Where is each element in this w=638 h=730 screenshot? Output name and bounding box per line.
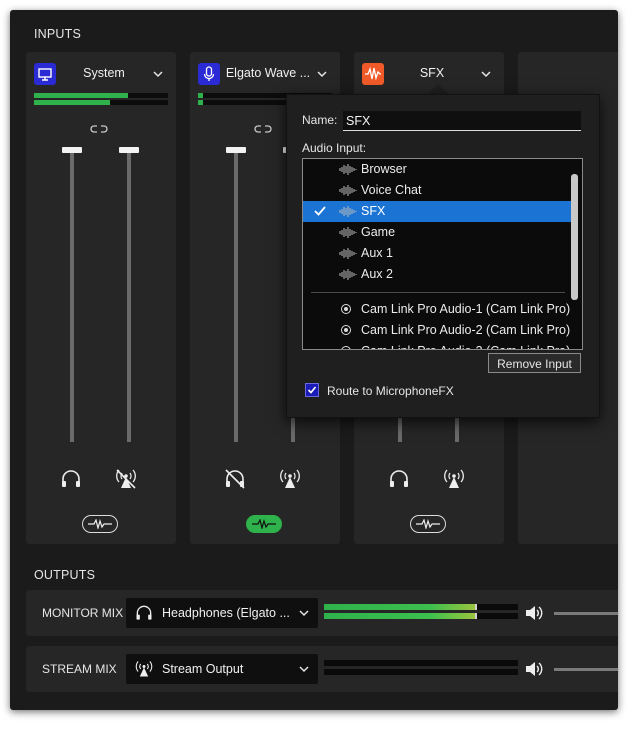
- stream-volume-track[interactable]: [127, 150, 131, 442]
- stream-volume-slider[interactable]: [119, 147, 139, 153]
- stream-device-select[interactable]: Stream Output: [126, 654, 318, 684]
- monitor-volume-slider[interactable]: [62, 147, 82, 153]
- output-meter-right: [324, 613, 518, 619]
- list-separator: [311, 292, 565, 293]
- list-item-label: SFX: [361, 204, 386, 218]
- channel-name: Elgato Wave ...: [225, 66, 311, 80]
- list-item-hardware[interactable]: Cam Link Pro Audio-1 (Cam Link Pro): [303, 299, 571, 320]
- name-input[interactable]: SFX: [343, 111, 581, 131]
- route-checkbox[interactable]: [305, 383, 319, 397]
- chevron-down-icon[interactable]: [152, 68, 164, 80]
- channel-header[interactable]: Elgato Wave ...: [190, 62, 340, 86]
- headphones-icon: [136, 605, 152, 620]
- list-item-label: Aux 1: [361, 246, 393, 260]
- monitor-icon: [34, 63, 56, 85]
- waveform-icon: [362, 63, 384, 85]
- audio-input-label: Audio Input:: [302, 141, 367, 155]
- list-item[interactable]: Game: [303, 222, 571, 243]
- link-icon[interactable]: [90, 124, 108, 134]
- list-item[interactable]: Aux 2: [303, 264, 571, 285]
- list-item-label: Cam Link Pro Audio-3 (Cam Link Pro): [361, 344, 570, 349]
- list-item[interactable]: Aux 1: [303, 243, 571, 264]
- selected-device: Stream Output: [162, 662, 244, 676]
- stream-icon: [135, 661, 153, 677]
- chevron-down-icon[interactable]: [480, 68, 492, 80]
- audio-input-list[interactable]: Browser Voice Chat SFX Game Aux 1 Aux 2 Cam L…: [302, 158, 583, 350]
- name-label: Name:: [302, 113, 338, 127]
- effects-button-active[interactable]: [246, 515, 282, 533]
- headphones-icon[interactable]: [387, 467, 411, 491]
- level-meter-right: [34, 100, 168, 105]
- list-item[interactable]: Browser: [303, 159, 571, 180]
- output-row-monitor-mix: MONITOR MIX Headphones (Elgato ...: [26, 590, 618, 636]
- output-label: STREAM MIX: [42, 662, 117, 676]
- level-meter-left: [34, 93, 168, 98]
- output-row-stream-mix: STREAM MIX Stream Output: [26, 646, 618, 692]
- headphones-icon[interactable]: [59, 467, 83, 491]
- input-settings-popup: Name: SFX Audio Input: Browser Voice Chat…: [286, 94, 600, 418]
- channel-name: System: [83, 66, 125, 80]
- list-item-hardware[interactable]: Cam Link Pro Audio-2 (Cam Link Pro): [303, 320, 571, 341]
- channel-name: SFX: [419, 66, 445, 80]
- chevron-down-icon: [299, 610, 309, 617]
- popup-caret: [428, 84, 448, 94]
- checkmark-icon: [314, 206, 326, 216]
- monitor-volume-track[interactable]: [70, 150, 74, 442]
- list-item[interactable]: Voice Chat: [303, 180, 571, 201]
- monitor-volume-slider[interactable]: [226, 147, 246, 153]
- microphone-icon: [198, 63, 220, 85]
- stream-icon[interactable]: [442, 467, 466, 491]
- output-meter-left: [324, 604, 518, 610]
- effects-button[interactable]: [82, 515, 118, 533]
- list-item-label: Voice Chat: [361, 183, 422, 197]
- list-item-label: Cam Link Pro Audio-1 (Cam Link Pro): [361, 302, 571, 316]
- headphones-muted-icon[interactable]: [223, 467, 247, 491]
- selected-device: Headphones (Elgato ...: [162, 606, 290, 620]
- stream-muted-icon[interactable]: [114, 467, 138, 491]
- inputs-title: INPUTS: [34, 27, 82, 41]
- outputs-title: OUTPUTS: [34, 568, 96, 582]
- output-meter-left: [324, 660, 518, 666]
- link-icon[interactable]: [254, 124, 272, 134]
- effects-button[interactable]: [410, 515, 446, 533]
- speaker-icon[interactable]: [524, 604, 544, 622]
- list-item-label: Cam Link Pro Audio-2 (Cam Link Pro): [361, 323, 571, 337]
- speaker-icon[interactable]: [524, 660, 544, 678]
- channel-header[interactable]: SFX: [354, 62, 504, 86]
- channel-strip-system: System: [26, 52, 176, 544]
- channel-header[interactable]: System: [26, 62, 176, 86]
- remove-input-button[interactable]: Remove Input: [488, 353, 581, 373]
- list-item-hardware[interactable]: Cam Link Pro Audio-3 (Cam Link Pro): [303, 341, 571, 349]
- monitor-volume-slider[interactable]: [554, 612, 618, 615]
- list-item-label: Game: [361, 225, 396, 239]
- chevron-down-icon: [299, 666, 309, 673]
- monitor-volume-track[interactable]: [234, 150, 238, 442]
- list-item-selected[interactable]: SFX: [303, 201, 571, 222]
- route-label[interactable]: Route to MicrophoneFX: [327, 384, 454, 398]
- monitor-device-select[interactable]: Headphones (Elgato ...: [126, 598, 318, 628]
- stream-icon[interactable]: [278, 467, 302, 491]
- list-scrollbar[interactable]: [571, 174, 578, 300]
- radio-icon: [341, 304, 351, 314]
- list-item-label: Aux 2: [361, 267, 393, 281]
- output-meter-right: [324, 669, 518, 675]
- chevron-down-icon[interactable]: [316, 68, 328, 80]
- radio-icon: [341, 325, 351, 335]
- output-label: MONITOR MIX: [42, 606, 124, 620]
- list-item-label: Browser: [361, 162, 407, 176]
- stream-volume-slider[interactable]: [554, 668, 618, 671]
- radio-icon: [341, 346, 351, 349]
